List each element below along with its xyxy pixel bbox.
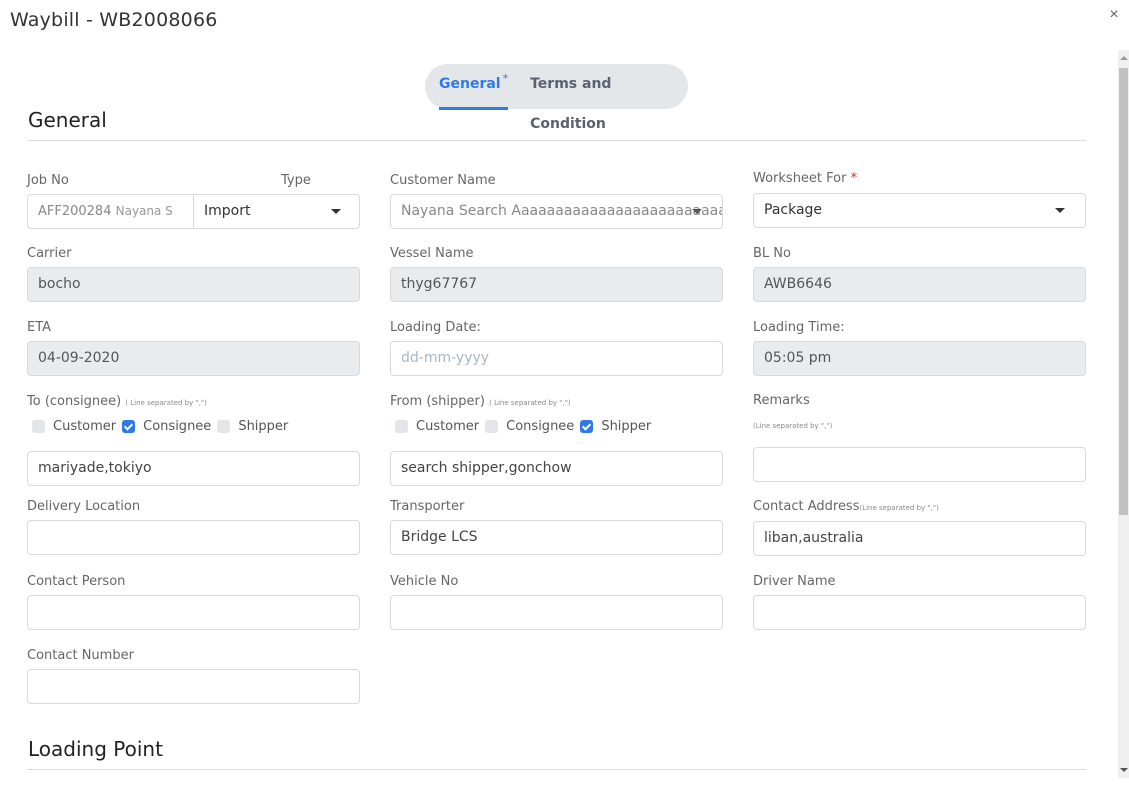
from-consignee-checkbox[interactable]	[485, 420, 499, 433]
worksheet-for-label: Worksheet For *	[753, 171, 857, 186]
from-customer-checkbox[interactable]	[395, 420, 408, 433]
section-title-loading-point: Loading Point	[28, 737, 163, 761]
to-consignee-checkbox[interactable]	[122, 420, 136, 433]
line-separated-hint: ( Line separated by ",")	[489, 399, 571, 407]
from-customer-label: Customer	[416, 419, 480, 434]
tab-terms-and-condition[interactable]: Terms and Condition	[530, 64, 688, 132]
loading-time-label: Loading Time:	[753, 320, 845, 335]
worksheet-for-label-text: Worksheet For	[753, 171, 847, 186]
chevron-down-icon	[1055, 208, 1065, 213]
line-separated-hint: (Line separated by ",")	[753, 422, 833, 430]
customer-name-select[interactable]: Nayana Search Aaaaaaaaaaaaaaaaaaaaaaaaa	[390, 194, 723, 229]
form-scroll-area: General * Terms and Condition General Job…	[0, 50, 1118, 792]
job-no-label: Job No	[27, 173, 69, 188]
from-shipper-label: From (shipper) ( Line separated by ",")	[390, 394, 571, 409]
chevron-down-icon	[692, 209, 702, 214]
bl-no-label: BL No	[753, 246, 791, 261]
line-separated-hint: (Line separated by ",")	[859, 504, 939, 512]
eta-field: 04-09-2020	[27, 341, 360, 376]
to-consignee-option-label: Consignee	[143, 419, 212, 434]
driver-name-input[interactable]	[753, 595, 1086, 630]
vessel-name-field: thyg67767	[390, 267, 723, 302]
to-customer-label: Customer	[53, 419, 117, 434]
driver-name-label: Driver Name	[753, 574, 836, 589]
carrier-label: Carrier	[27, 246, 72, 261]
worksheet-for-select[interactable]: Package	[753, 193, 1086, 228]
loading-date-input[interactable]: dd-mm-yyyy	[390, 341, 723, 376]
contact-person-label: Contact Person	[27, 574, 126, 589]
remarks-input[interactable]	[753, 447, 1086, 482]
loading-time-field: 05:05 pm	[753, 341, 1086, 376]
vessel-name-label: Vessel Name	[390, 246, 474, 261]
chevron-down-icon	[331, 209, 341, 214]
from-shipper-input[interactable]: search shipper,gonchow	[390, 451, 723, 486]
modal-title: Waybill - WB2008066	[10, 9, 218, 31]
type-label: Type	[281, 173, 311, 188]
from-shipper-option-label: Shipper	[601, 419, 652, 434]
to-customer-checkbox[interactable]	[32, 420, 45, 433]
to-consignee-label: To (consignee) ( Line separated by ",")	[27, 394, 207, 409]
vehicle-no-label: Vehicle No	[390, 574, 459, 589]
vehicle-no-input[interactable]	[390, 595, 723, 630]
from-shipper-checkbox[interactable]	[580, 420, 594, 433]
scroll-down-arrow-icon[interactable]	[1120, 768, 1128, 772]
loading-date-label: Loading Date:	[390, 320, 481, 335]
bl-no-field: AWB6646	[753, 267, 1086, 302]
to-consignee-options: Customer Consignee Shipper	[32, 419, 294, 434]
to-consignee-label-text: To (consignee)	[27, 394, 122, 409]
remarks-label: Remarks	[753, 393, 810, 408]
type-select[interactable]: Import	[194, 195, 359, 228]
job-no-select[interactable]: AFF200284 Nayana S	[28, 195, 194, 228]
carrier-field: bocho	[27, 267, 360, 302]
contact-address-label: Contact Address(Line separated by ",")	[753, 499, 939, 514]
section-divider	[27, 769, 1086, 770]
tab-general-label: General	[439, 76, 501, 92]
customer-name-label: Customer Name	[390, 173, 496, 188]
contact-address-label-text: Contact Address	[753, 499, 860, 514]
job-type-group: AFF200284 Nayana S Import	[27, 194, 360, 229]
transporter-label: Transporter	[390, 499, 465, 514]
job-no-value: AFF200284	[38, 204, 112, 219]
contact-number-label: Contact Number	[27, 648, 134, 663]
close-icon[interactable]: ×	[1107, 7, 1121, 23]
to-consignee-input[interactable]: mariyade,tokiyo	[27, 451, 360, 486]
transporter-input[interactable]: Bridge LCS	[390, 520, 723, 555]
tab-bar: General * Terms and Condition	[425, 64, 688, 132]
remarks-hint: (Line separated by ",")	[753, 417, 832, 432]
worksheet-for-value: Package	[764, 202, 823, 218]
tab-required-asterisk: *	[502, 72, 509, 85]
contact-number-input[interactable]	[27, 669, 360, 704]
from-consignee-label: Consignee	[506, 419, 575, 434]
contact-person-input[interactable]	[27, 595, 360, 630]
section-title-general: General	[28, 108, 107, 132]
type-value: Import	[204, 203, 251, 219]
to-shipper-label: Shipper	[238, 419, 289, 434]
vertical-scrollbar[interactable]	[1118, 50, 1129, 778]
from-shipper-label-text: From (shipper)	[390, 394, 485, 409]
contact-address-input[interactable]: liban,australia	[753, 521, 1086, 556]
line-separated-hint: ( Line separated by ",")	[125, 399, 207, 407]
to-shipper-checkbox[interactable]	[217, 420, 231, 433]
from-shipper-options: Customer Consignee Shipper	[395, 419, 657, 434]
job-no-sub: Nayana S	[115, 204, 173, 218]
customer-name-value: Nayana Search Aaaaaaaaaaaaaaaaaaaaaaaaa	[401, 203, 723, 219]
required-asterisk: *	[850, 171, 858, 186]
delivery-location-input[interactable]	[27, 520, 360, 555]
tab-general[interactable]: General *	[439, 64, 509, 110]
delivery-location-label: Delivery Location	[27, 499, 141, 514]
scroll-up-arrow-icon[interactable]	[1120, 56, 1128, 60]
scrollbar-thumb[interactable]	[1119, 68, 1128, 515]
eta-label: ETA	[27, 320, 52, 335]
section-divider	[27, 140, 1086, 141]
